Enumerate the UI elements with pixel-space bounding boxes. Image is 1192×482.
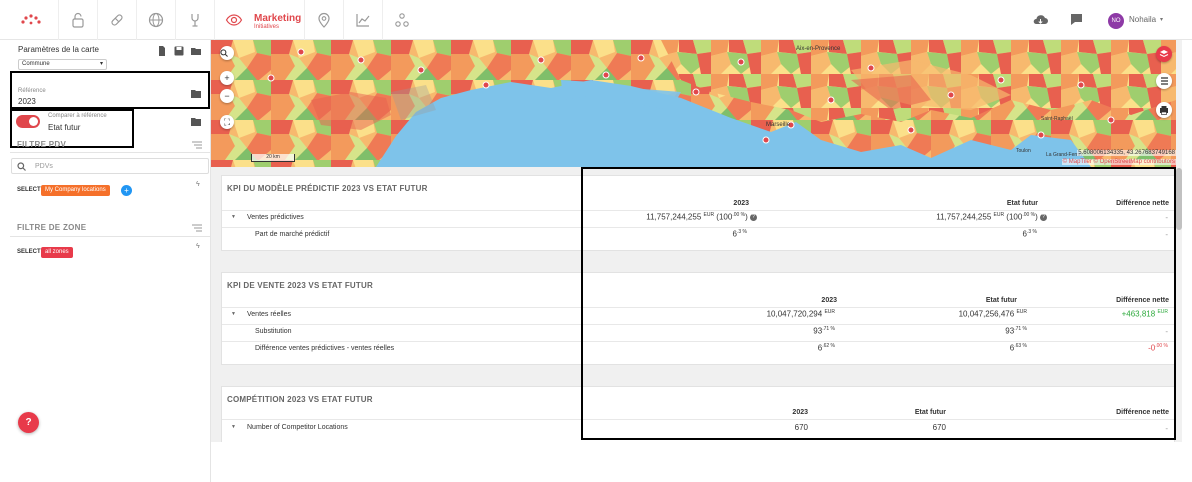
divider [10, 152, 210, 153]
app-root: Marketing Initiatives NO Nohaila ▾ Param… [0, 0, 1192, 482]
tool-icon [190, 14, 199, 27]
nav-network[interactable] [382, 0, 420, 40]
cloud-download-icon[interactable] [1031, 11, 1049, 29]
folder-icon[interactable] [191, 46, 201, 56]
lock-icon [71, 12, 84, 28]
app-logo-icon[interactable] [14, 8, 48, 32]
chevron-down-icon[interactable]: ▾ [1160, 16, 1163, 23]
search-icon [220, 49, 228, 57]
nav-lock[interactable] [58, 0, 96, 40]
chevron-down-icon: ▾ [99, 61, 103, 67]
zone-select-label: SELECT [17, 249, 41, 255]
nav-chart[interactable] [343, 0, 381, 40]
reference-folder-icon[interactable] [191, 89, 201, 98]
card-title: KPI DU MODÈLE PRÉDICTIF 2023 VS ETAT FUT… [227, 184, 428, 193]
granularity-select[interactable]: Commune ▾ [18, 59, 107, 70]
location-pin-icon [317, 12, 330, 28]
expand-caret-icon[interactable]: ▼ [231, 214, 236, 220]
scrollbar[interactable] [1176, 40, 1182, 442]
row-label: Number of Competitor Locations [247, 424, 348, 431]
reference-selector[interactable]: Référence 2023 [10, 71, 210, 109]
legend-button[interactable] [1156, 73, 1172, 89]
pdv-chip[interactable]: My Company locations [41, 185, 110, 196]
nav-tool[interactable] [175, 0, 213, 40]
pill-icon [110, 14, 123, 26]
sidebar: Paramètres de la carte Commune ▾ Référen… [0, 40, 211, 482]
save-icon[interactable] [174, 46, 184, 56]
reference-label: Référence [18, 88, 46, 94]
expand-caret-icon[interactable]: ▼ [231, 424, 236, 430]
chat-icon[interactable] [1068, 11, 1086, 29]
scrollbar-thumb[interactable] [1176, 168, 1182, 230]
user-name[interactable]: Nohaila [1129, 15, 1156, 24]
zone-chip[interactable]: all zones [41, 247, 73, 258]
layers-button[interactable] [1156, 46, 1172, 62]
map-attribution[interactable]: © MapTiler © OpenStreetMap contributors [1061, 159, 1176, 165]
line-chart-icon [355, 14, 369, 27]
file-icon[interactable] [157, 46, 167, 56]
bolt-icon[interactable]: ϟ [196, 181, 200, 188]
globe-icon [148, 12, 163, 28]
pdv-select-label: SELECT [17, 187, 41, 193]
map-place-label: Marseille [766, 122, 791, 128]
fullscreen-button[interactable]: ⛶ [220, 115, 234, 129]
filter-lines-icon[interactable] [192, 224, 202, 232]
row-label: Différence ventes prédictives - ventes r… [255, 345, 395, 352]
map-place-label: Aix-en-Provence [796, 46, 841, 52]
nav-marketing-title: Marketing [254, 13, 302, 24]
compare-toggle[interactable]: ON [16, 115, 40, 128]
help-button[interactable]: ? [18, 412, 39, 433]
row-label: Part de marché prédictif [255, 231, 330, 238]
search-icon [17, 162, 26, 171]
layers-icon [1159, 50, 1169, 58]
map-place-label: Saint-Raphaël [1041, 116, 1073, 122]
reference-value: 2023 [18, 97, 36, 106]
printer-icon [1160, 106, 1168, 115]
nav-pill[interactable] [97, 0, 135, 40]
map-view[interactable]: + − ⛶ Aix-en-Provence Marseille Toulon S… [211, 40, 1176, 167]
compare-label: Comparer à référence [48, 113, 107, 119]
pdv-search-input[interactable]: PDVs [11, 158, 209, 174]
list-icon [1161, 77, 1168, 85]
card-title: COMPÉTITION 2023 VS ETAT FUTUR [227, 395, 373, 404]
compare-value: Etat futur [48, 123, 81, 132]
map-settings-title: Paramètres de la carte [18, 45, 99, 54]
row-label: Ventes prédictives [247, 214, 304, 221]
nav-globe[interactable] [136, 0, 174, 40]
row-label: Substitution [255, 328, 292, 335]
eye-icon [225, 14, 243, 26]
toggle-knob [29, 117, 38, 126]
card-title: KPI DE VENTE 2023 VS ETAT FUTUR [227, 281, 373, 290]
network-icon [394, 13, 409, 27]
avatar[interactable]: NO [1108, 13, 1124, 29]
bolt-icon[interactable]: ϟ [196, 243, 200, 250]
zone-filter-title: FILTRE DE ZONE [17, 223, 87, 232]
nav-location[interactable] [304, 0, 342, 40]
search-placeholder: PDVs [35, 163, 53, 170]
expand-caret-icon[interactable]: ▼ [231, 311, 236, 317]
print-button[interactable] [1156, 102, 1172, 118]
highlight-box [581, 167, 1176, 440]
map-coordinates: 5.608006134335, 43.267683749168 [1077, 150, 1176, 156]
map-place-label: Toulon [1016, 148, 1031, 154]
granularity-value: Commune [22, 61, 50, 67]
zoom-out-button[interactable]: − [220, 89, 234, 103]
zoom-in-button[interactable]: + [220, 71, 234, 85]
nav-marketing-subtitle: Initiatives [254, 24, 280, 30]
add-pdv-button[interactable]: + [121, 185, 132, 196]
map-scale: 20 km [251, 154, 295, 162]
divider [10, 236, 210, 237]
choropleth-map [211, 40, 1176, 167]
filter-lines-icon[interactable] [192, 141, 202, 149]
compare-folder-icon[interactable] [191, 117, 201, 126]
row-label: Ventes réelles [247, 311, 291, 318]
map-search-button[interactable] [220, 46, 234, 60]
pdv-filter-title: FILTRE PDV [17, 140, 67, 149]
top-nav: Marketing Initiatives NO Nohaila ▾ [0, 0, 1192, 40]
